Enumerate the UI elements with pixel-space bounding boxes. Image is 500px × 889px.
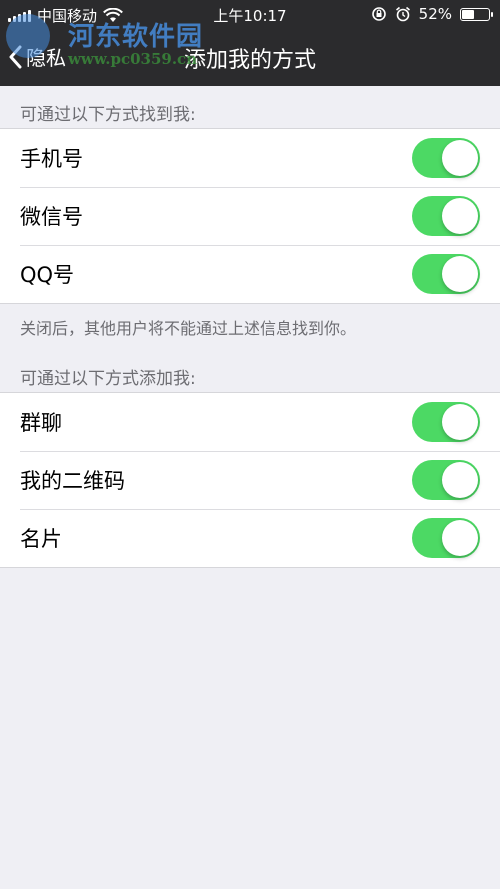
add-section-group: 群聊 我的二维码 名片 xyxy=(0,392,500,568)
row-label: 群聊 xyxy=(20,411,62,435)
rotation-lock-icon xyxy=(371,7,386,21)
toggle-knob xyxy=(442,198,478,234)
setting-row-wechat-id: 微信号 xyxy=(0,187,500,245)
status-bar: 中国移动 上午10:17 52% xyxy=(0,0,500,28)
battery-level xyxy=(462,9,474,19)
toggle-knob xyxy=(442,256,478,292)
setting-row-group-chat: 群聊 xyxy=(0,393,500,451)
group-chat-toggle[interactable] xyxy=(412,402,480,442)
qq-toggle[interactable] xyxy=(412,254,480,294)
row-label: 手机号 xyxy=(20,147,83,171)
navigation-bar: 隐私 添加我的方式 xyxy=(0,28,500,86)
row-label: 名片 xyxy=(20,527,62,551)
toggle-knob xyxy=(442,462,478,498)
qr-code-toggle[interactable] xyxy=(412,460,480,500)
add-section-header: 可通过以下方式添加我: xyxy=(20,369,196,389)
wechat-id-toggle[interactable] xyxy=(412,196,480,236)
alarm-icon xyxy=(395,6,410,22)
status-right: 52% xyxy=(371,5,493,23)
battery-icon xyxy=(460,7,493,21)
phone-toggle[interactable] xyxy=(412,138,480,178)
page-title: 添加我的方式 xyxy=(183,48,316,73)
setting-row-business-card: 名片 xyxy=(0,509,500,567)
setting-row-qr-code: 我的二维码 xyxy=(0,451,500,509)
toggle-knob xyxy=(442,140,478,176)
row-label: 我的二维码 xyxy=(20,469,125,493)
row-label: QQ号 xyxy=(20,263,75,287)
find-section-group: 手机号 微信号 QQ号 xyxy=(0,128,500,304)
setting-row-phone: 手机号 xyxy=(0,129,500,187)
setting-row-qq: QQ号 xyxy=(0,245,500,303)
business-card-toggle[interactable] xyxy=(412,518,480,558)
find-section-header: 可通过以下方式找到我: xyxy=(20,105,196,125)
toggle-knob xyxy=(442,404,478,440)
find-section-footer: 关闭后，其他用户将不能通过上述信息找到你。 xyxy=(20,319,357,338)
battery-percent: 52% xyxy=(418,5,452,23)
row-label: 微信号 xyxy=(20,205,83,229)
toggle-knob xyxy=(442,520,478,556)
